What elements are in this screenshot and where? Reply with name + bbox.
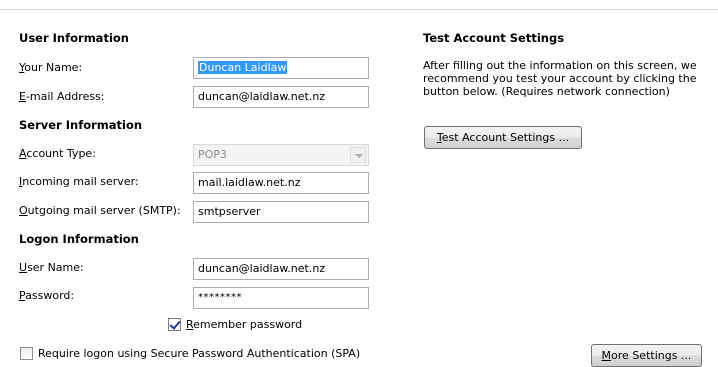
remember-password-label[interactable]: Remember password — [186, 318, 302, 331]
test-settings-description: After filling out the information on thi… — [423, 59, 697, 98]
top-divider — [0, 9, 718, 10]
server-information-heading: Server Information — [19, 118, 143, 132]
incoming-server-input[interactable]: mail.laidlaw.net.nz — [193, 172, 369, 194]
email-address-input[interactable]: duncan@laidlaw.net.nz — [193, 86, 369, 108]
user-name-label: User Name: — [19, 261, 84, 274]
incoming-server-label: Incoming mail server: — [19, 175, 139, 188]
checkmark-icon — [169, 318, 181, 330]
spa-checkbox[interactable] — [20, 347, 33, 360]
your-name-label: Your Name: — [19, 61, 83, 74]
password-label: Password: — [19, 289, 75, 302]
account-type-select[interactable]: POP3 — [193, 144, 369, 166]
more-settings-button[interactable]: More Settings ... — [591, 344, 702, 367]
logon-information-heading: Logon Information — [19, 232, 139, 246]
account-type-value: POP3 — [198, 148, 227, 161]
password-input[interactable]: ******** — [193, 287, 369, 309]
your-name-input[interactable]: Duncan Laidlaw — [193, 57, 369, 79]
email-address-label: E-mail Address: — [19, 90, 105, 103]
test-account-settings-button[interactable]: Test Account Settings ... — [424, 126, 582, 149]
account-type-label: Account Type: — [19, 147, 96, 160]
user-name-input[interactable]: duncan@laidlaw.net.nz — [193, 258, 369, 280]
test-account-settings-heading: Test Account Settings — [423, 31, 565, 45]
chevron-down-icon — [350, 147, 366, 163]
outgoing-server-label: Outgoing mail server (SMTP): — [19, 204, 181, 217]
user-information-heading: User Information — [19, 31, 129, 45]
your-name-value: Duncan Laidlaw — [198, 61, 288, 74]
remember-password-checkbox[interactable] — [168, 318, 181, 331]
spa-label[interactable]: Require logon using Secure Password Auth… — [38, 347, 360, 360]
outgoing-server-input[interactable]: smtpserver — [193, 201, 369, 223]
